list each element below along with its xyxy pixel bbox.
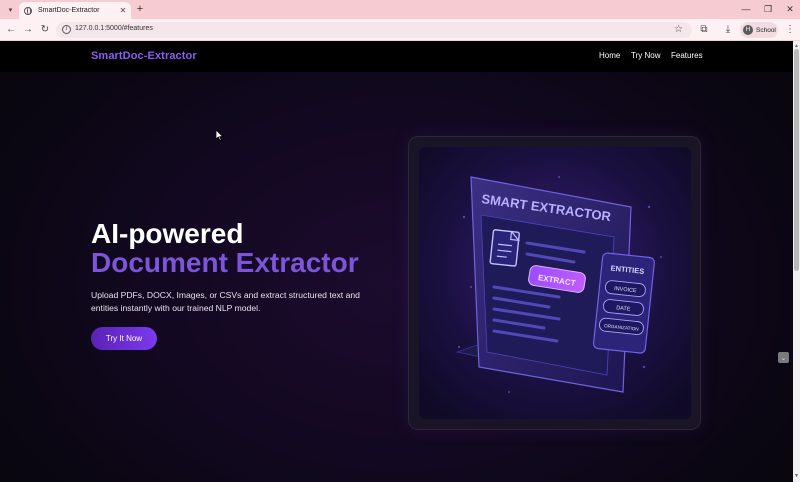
document-icon <box>489 229 520 267</box>
site-navbar: SmartDoc-Extractor Home Try Now Features <box>0 41 793 72</box>
hero-title-line1: AI-powered <box>91 218 244 249</box>
hero-illustration: SMART EXTRACTOR EXTRACT ENTITIES INVOICE… <box>408 136 701 430</box>
info-icon[interactable]: i <box>62 25 71 34</box>
back-arrow-icon[interactable]: ← <box>4 23 18 37</box>
address-bar[interactable]: i 127.0.0.1:5000/#features ☆ <box>56 22 692 38</box>
chevron-down-icon: ▾ <box>8 6 13 14</box>
reload-icon[interactable]: ↻ <box>38 23 52 37</box>
close-tab-icon[interactable]: ✕ <box>118 6 128 15</box>
tab-list-button[interactable]: ▾ <box>4 3 17 16</box>
bookmark-star-icon[interactable]: ☆ <box>674 23 683 37</box>
entities-panel: ENTITIES INVOICE DATE ORGANIZATION <box>592 252 655 354</box>
scroll-down-icon[interactable]: ▼ <box>794 473 799 479</box>
profile-name: School <box>756 26 776 34</box>
extensions-icon[interactable]: ⧉ <box>698 23 710 37</box>
profile-button[interactable]: H School <box>740 22 778 38</box>
window-minimize-button[interactable]: — <box>739 3 753 15</box>
forward-arrow-icon[interactable]: → <box>21 23 35 37</box>
browser-tabstrip: ▾ SmartDoc-Extractor ✕ + — ❐ ✕ <box>0 0 800 19</box>
nav-link-try-now[interactable]: Try Now <box>631 51 660 60</box>
window-restore-button[interactable]: ❐ <box>761 3 775 15</box>
download-icon[interactable]: ⤓ <box>722 23 734 37</box>
tab-title: SmartDoc-Extractor <box>38 7 100 14</box>
page-viewport: SmartDoc-Extractor Home Try Now Features… <box>0 41 793 482</box>
brand-logo[interactable]: SmartDoc-Extractor <box>91 50 197 62</box>
smart-extractor-illustration: SMART EXTRACTOR EXTRACT ENTITIES INVOICE… <box>419 147 691 419</box>
scroll-thumb[interactable] <box>794 49 799 271</box>
hero-title-line2: Document Extractor <box>91 247 359 278</box>
new-tab-button[interactable]: + <box>134 3 146 15</box>
avatar: H <box>743 25 753 35</box>
nav-link-features[interactable]: Features <box>671 51 703 60</box>
nav-link-home[interactable]: Home <box>599 51 620 60</box>
collapse-widget-icon[interactable]: ⌄ <box>778 352 789 363</box>
page-scrollbar[interactable]: ▲ ▼ <box>793 41 800 482</box>
url-text[interactable]: 127.0.0.1:5000/#features <box>75 25 153 32</box>
mouse-pointer-icon <box>215 128 224 142</box>
globe-icon <box>24 6 32 15</box>
browser-toolbar: ← → ↻ i 127.0.0.1:5000/#features ☆ ⧉ ⤓ H… <box>0 19 800 41</box>
hero-description: Upload PDFs, DOCX, Images, or CSVs and e… <box>91 290 360 313</box>
try-it-now-button[interactable]: Try It Now <box>91 327 157 350</box>
kebab-menu-icon[interactable]: ⋮ <box>785 23 795 37</box>
browser-tab-active[interactable]: SmartDoc-Extractor ✕ <box>19 2 131 19</box>
window-close-button[interactable]: ✕ <box>783 3 797 15</box>
